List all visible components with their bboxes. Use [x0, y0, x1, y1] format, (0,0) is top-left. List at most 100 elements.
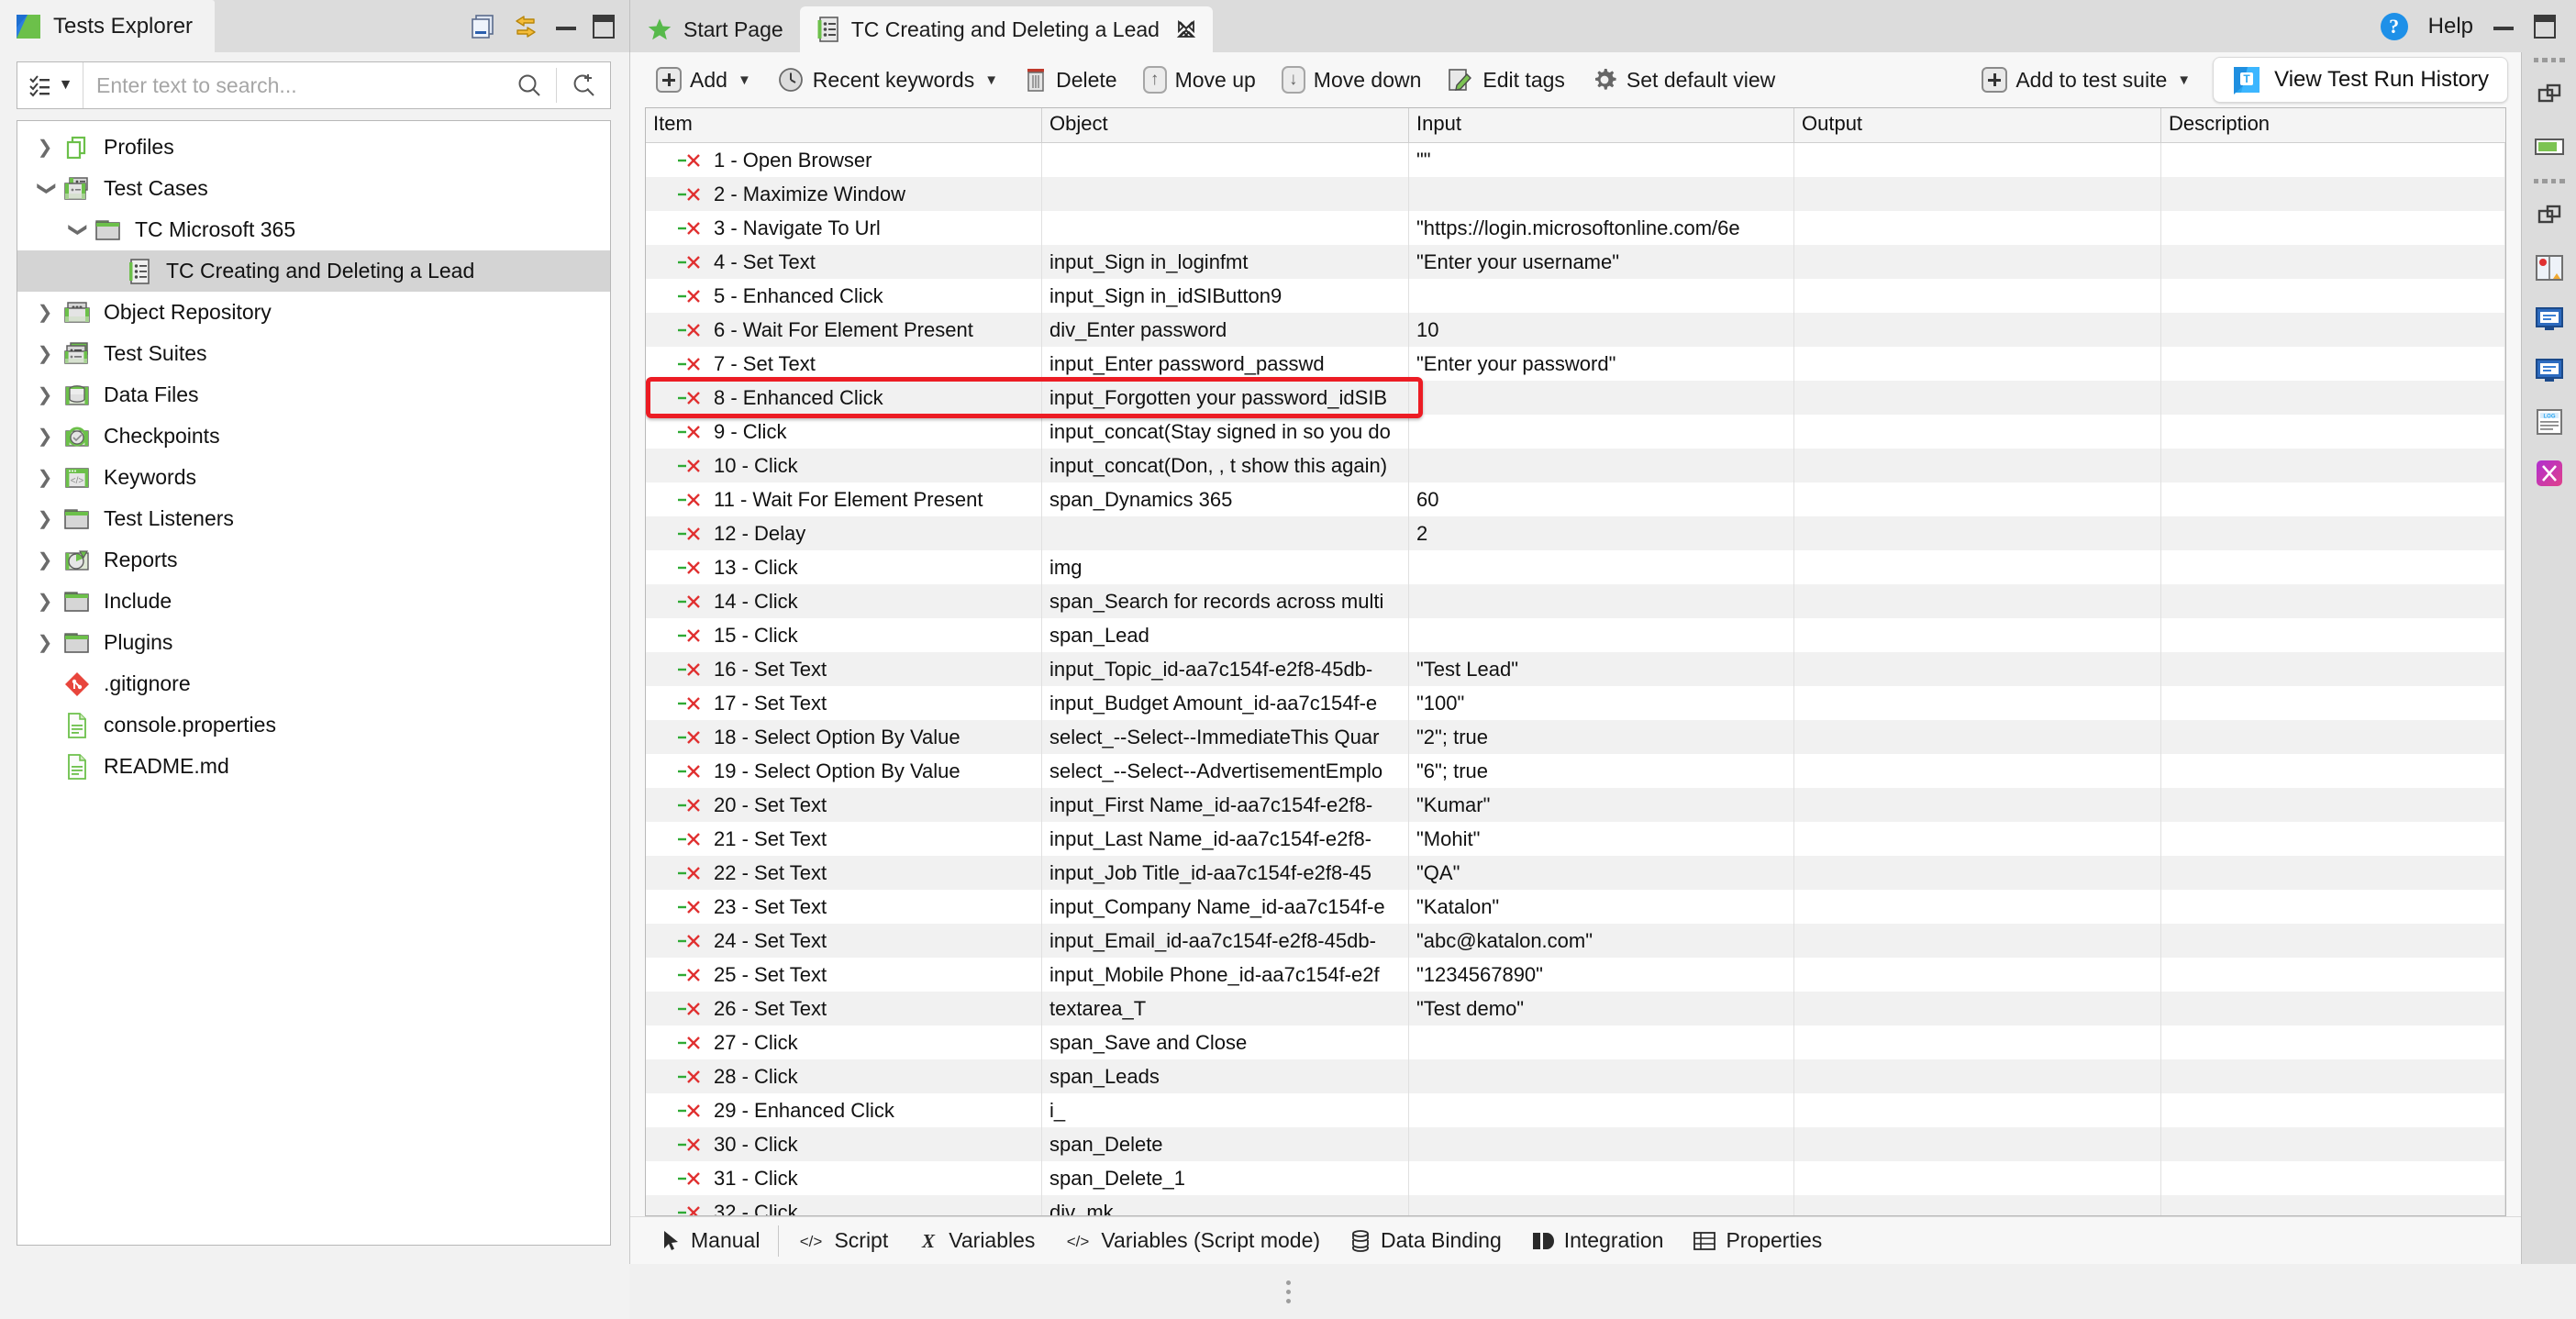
cell-object[interactable]: div_mk: [1042, 1195, 1409, 1215]
minimize-view-icon[interactable]: [556, 22, 576, 30]
cell-item[interactable]: 10 - Click: [646, 449, 1042, 482]
table-row[interactable]: 19 - Select Option By Value select_--Sele…: [646, 754, 2505, 788]
cell-input[interactable]: [1409, 177, 1794, 211]
cell-description[interactable]: [2161, 347, 2505, 381]
cell-description[interactable]: [2161, 890, 2505, 924]
cell-description[interactable]: [2161, 788, 2505, 822]
cell-output[interactable]: [1794, 143, 2161, 177]
table-row[interactable]: 30 - Click span_Delete: [646, 1127, 2505, 1161]
table-row[interactable]: 4 - Set Text input_Sign in_loginfmt "Enter…: [646, 245, 2505, 279]
project-tree[interactable]: ❯ Profiles ❮ Test Cases ❮ TC Microsoft 365: [17, 120, 611, 1246]
cell-object[interactable]: select_--Select--ImmediateThis Quar: [1042, 720, 1409, 754]
cell-output[interactable]: [1794, 482, 2161, 516]
cell-input[interactable]: [1409, 550, 1794, 584]
cell-description[interactable]: [2161, 618, 2505, 652]
cell-object[interactable]: input_Budget Amount_id-aa7c154f-e: [1042, 686, 1409, 720]
link-with-editor-icon[interactable]: [512, 14, 539, 39]
cell-description[interactable]: [2161, 1195, 2505, 1215]
column-header-item[interactable]: Item: [646, 108, 1042, 142]
cell-description[interactable]: [2161, 1161, 2505, 1195]
cell-item[interactable]: 9 - Click: [646, 415, 1042, 449]
progress-bar-icon[interactable]: [2529, 127, 2570, 166]
cell-output[interactable]: [1794, 313, 2161, 347]
cell-input[interactable]: "Test demo": [1409, 992, 1794, 1025]
search-plus-icon[interactable]: [557, 72, 610, 99]
cell-input[interactable]: [1409, 415, 1794, 449]
cell-input[interactable]: "Enter your password": [1409, 347, 1794, 381]
cell-output[interactable]: [1794, 1025, 2161, 1059]
tree-item-test-suites[interactable]: ❯ Test Suites: [17, 333, 610, 374]
table-row[interactable]: 2 - Maximize Window: [646, 177, 2505, 211]
cell-object[interactable]: [1042, 177, 1409, 211]
cell-item[interactable]: 8 - Enhanced Click: [646, 381, 1042, 415]
cell-description[interactable]: [2161, 449, 2505, 482]
cell-input[interactable]: [1409, 1195, 1794, 1215]
cell-description[interactable]: [2161, 1059, 2505, 1093]
chevron-right-icon[interactable]: ❯: [28, 383, 61, 406]
cell-output[interactable]: [1794, 279, 2161, 313]
cell-item[interactable]: 1 - Open Browser: [646, 143, 1042, 177]
cell-description[interactable]: [2161, 754, 2505, 788]
cell-input[interactable]: "Mohit": [1409, 822, 1794, 856]
cell-object[interactable]: input_Last Name_id-aa7c154f-e2f8-: [1042, 822, 1409, 856]
tree-item-checkpoints[interactable]: ❯ Checkpoints: [17, 416, 610, 457]
cell-item[interactable]: 29 - Enhanced Click: [646, 1093, 1042, 1127]
cell-output[interactable]: [1794, 788, 2161, 822]
table-row[interactable]: 28 - Click span_Leads: [646, 1059, 2505, 1093]
table-row[interactable]: 7 - Set Text input_Enter password_passwd "…: [646, 347, 2505, 381]
bottom-tab-variables[interactable]: X Variables: [903, 1223, 1049, 1258]
cell-item[interactable]: 30 - Click: [646, 1127, 1042, 1161]
table-row[interactable]: 17 - Set Text input_Budget Amount_id-aa7c…: [646, 686, 2505, 720]
editor-bottom-tabs[interactable]: Manual </> Script X Variables </> Variables (S…: [630, 1216, 2521, 1264]
cell-input[interactable]: [1409, 449, 1794, 482]
cell-item[interactable]: 25 - Set Text: [646, 958, 1042, 992]
cell-input[interactable]: [1409, 279, 1794, 313]
chevron-right-icon[interactable]: ❯: [28, 549, 61, 571]
cell-object[interactable]: [1042, 143, 1409, 177]
filter-dropdown-button[interactable]: ▼: [17, 62, 83, 108]
cell-item[interactable]: 17 - Set Text: [646, 686, 1042, 720]
cell-item[interactable]: 27 - Click: [646, 1025, 1042, 1059]
cell-object[interactable]: span_Lead: [1042, 618, 1409, 652]
cell-object[interactable]: input_concat(Don, , t show this again): [1042, 449, 1409, 482]
table-row[interactable]: 14 - Click span_Search for records across…: [646, 584, 2505, 618]
cell-input[interactable]: "Test Lead": [1409, 652, 1794, 686]
maximize-view-icon[interactable]: [593, 14, 615, 39]
tree-item-keywords[interactable]: ❯ </> Keywords: [17, 457, 610, 498]
tree-item-reports[interactable]: ❯ Reports: [17, 539, 610, 581]
table-row[interactable]: 22 - Set Text input_Job Title_id-aa7c154f…: [646, 856, 2505, 890]
cell-item[interactable]: 5 - Enhanced Click: [646, 279, 1042, 313]
move-down-button[interactable]: ↓ Move down: [1272, 61, 1431, 99]
cell-object[interactable]: input_Topic_id-aa7c154f-e2f8-45db-: [1042, 652, 1409, 686]
column-header-input[interactable]: Input: [1409, 108, 1794, 142]
table-row[interactable]: 24 - Set Text input_Email_id-aa7c154f-e2f…: [646, 924, 2505, 958]
cell-output[interactable]: [1794, 516, 2161, 550]
cell-object[interactable]: input_Enter password_passwd: [1042, 347, 1409, 381]
cell-input[interactable]: "2"; true: [1409, 720, 1794, 754]
editor-tab-test-case[interactable]: TC Creating and Deleting a Lead: [799, 6, 1213, 52]
cell-object[interactable]: select_--Select--AdvertisementEmplo: [1042, 754, 1409, 788]
bottom-tab-script[interactable]: </> Script: [783, 1223, 903, 1258]
cell-input[interactable]: 60: [1409, 482, 1794, 516]
maximize-window-icon[interactable]: [2534, 14, 2556, 39]
cell-description[interactable]: [2161, 245, 2505, 279]
tree-item-console-properties[interactable]: console.properties: [17, 704, 610, 746]
cell-output[interactable]: [1794, 720, 2161, 754]
chevron-right-icon[interactable]: ❯: [28, 136, 61, 159]
table-row[interactable]: 13 - Click img: [646, 550, 2505, 584]
cell-object[interactable]: input_Sign in_loginfmt: [1042, 245, 1409, 279]
table-row[interactable]: 10 - Click input_concat(Don, , t show thi…: [646, 449, 2505, 482]
cell-description[interactable]: [2161, 822, 2505, 856]
cell-item[interactable]: 31 - Click: [646, 1161, 1042, 1195]
cell-item[interactable]: 23 - Set Text: [646, 890, 1042, 924]
table-row[interactable]: 25 - Set Text input_Mobile Phone_id-aa7c1…: [646, 958, 2505, 992]
table-row[interactable]: 26 - Set Text textarea_T "Test demo": [646, 992, 2505, 1025]
cell-item[interactable]: 7 - Set Text: [646, 347, 1042, 381]
chevron-right-icon[interactable]: ❯: [28, 466, 61, 489]
cell-output[interactable]: [1794, 177, 2161, 211]
console-window-icon[interactable]: [2529, 300, 2570, 338]
cell-item[interactable]: 26 - Set Text: [646, 992, 1042, 1025]
add-button[interactable]: Add ▼: [647, 61, 761, 98]
tree-item-test-listeners[interactable]: ❯ Test Listeners: [17, 498, 610, 539]
help-label[interactable]: Help: [2428, 14, 2473, 39]
